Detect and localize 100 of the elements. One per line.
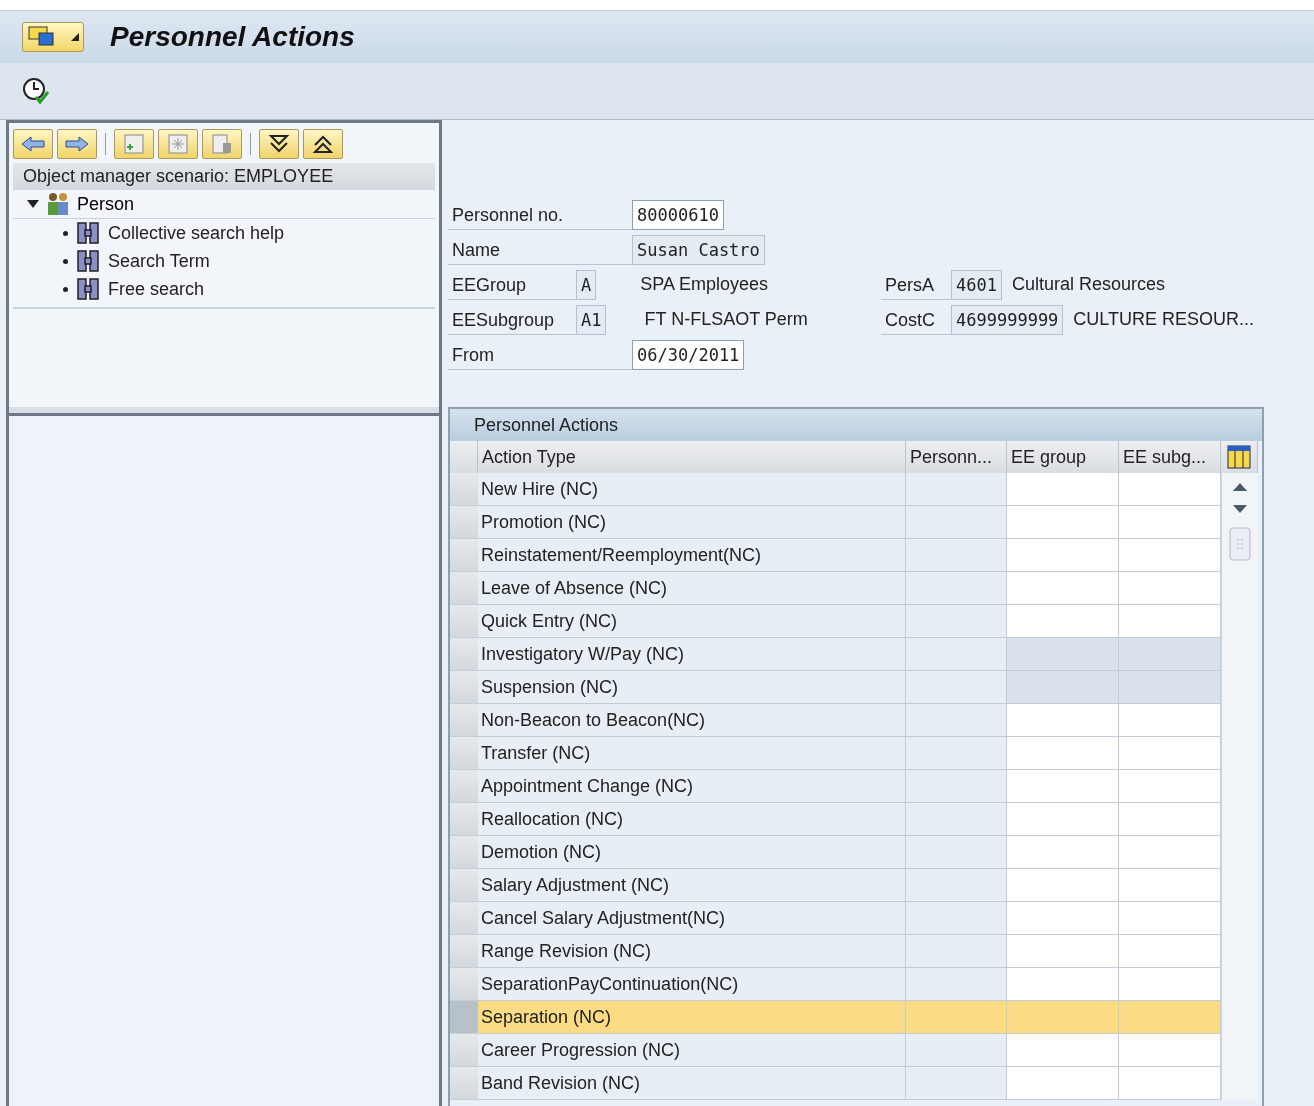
table-cell[interactable]: [1007, 770, 1119, 803]
column-header[interactable]: EE group: [1007, 441, 1119, 473]
table-cell[interactable]: [1119, 902, 1221, 935]
column-layout-icon[interactable]: [1227, 445, 1251, 469]
table-cell[interactable]: [1007, 572, 1119, 605]
window-title: Personnel Actions: [110, 21, 355, 53]
table-cell: Investigatory W/Pay (NC): [478, 638, 906, 671]
table-cell: Appointment Change (NC): [478, 770, 906, 803]
table-cell[interactable]: [1119, 1067, 1221, 1100]
table-cell[interactable]: [1119, 473, 1221, 506]
row-selector[interactable]: [450, 902, 478, 935]
table-cell: Separation (NC): [478, 1001, 906, 1034]
row-selector[interactable]: [450, 1034, 478, 1067]
binoculars-icon: [76, 221, 100, 245]
row-selector[interactable]: [450, 737, 478, 770]
display-field: 4601: [951, 269, 1002, 300]
row-selector[interactable]: [450, 572, 478, 605]
tree-item[interactable]: Person: [77, 193, 135, 215]
table-cell[interactable]: [1119, 803, 1221, 836]
table-cell[interactable]: [1007, 935, 1119, 968]
table-cell[interactable]: [1119, 572, 1221, 605]
table-cell[interactable]: [1007, 539, 1119, 572]
table-cell[interactable]: [1007, 968, 1119, 1001]
table-cell[interactable]: [1007, 1067, 1119, 1100]
table-cell: Promotion (NC): [478, 506, 906, 539]
table-cell[interactable]: [1007, 836, 1119, 869]
table-cell[interactable]: [1119, 935, 1221, 968]
table-cell[interactable]: [1007, 704, 1119, 737]
binoculars-icon: [76, 249, 100, 273]
tree-item[interactable]: Free search: [108, 278, 205, 300]
back-button[interactable]: [13, 129, 53, 159]
table-cell: Non-Beacon to Beacon(NC): [478, 704, 906, 737]
table-cell[interactable]: [1119, 1001, 1221, 1034]
table-cell: Leave of Absence (NC): [478, 572, 906, 605]
table-cell[interactable]: [1007, 902, 1119, 935]
table-cell[interactable]: [1007, 1001, 1119, 1034]
scroll-up-icon[interactable]: [1233, 483, 1247, 491]
display-field: 4699999999: [951, 304, 1064, 335]
row-selector[interactable]: [450, 803, 478, 836]
clock-check-icon[interactable]: [22, 77, 50, 105]
table-cell: Cancel Salary Adjustment(NC): [478, 902, 906, 935]
table-cell[interactable]: [1007, 737, 1119, 770]
row-selector[interactable]: [450, 704, 478, 737]
table-cell[interactable]: [1119, 704, 1221, 737]
add-icon: [123, 133, 145, 155]
table-cell: Career Progression (NC): [478, 1034, 906, 1067]
table-cell[interactable]: [1119, 1034, 1221, 1067]
people-icon: [45, 192, 71, 216]
table-cell[interactable]: [1119, 770, 1221, 803]
create-button[interactable]: [158, 129, 198, 159]
row-selector[interactable]: [450, 1001, 478, 1034]
table-cell[interactable]: [1119, 836, 1221, 869]
row-selector[interactable]: [450, 605, 478, 638]
binoculars-icon: [76, 277, 100, 301]
row-selector[interactable]: [450, 869, 478, 902]
forward-button[interactable]: [57, 129, 97, 159]
row-selector[interactable]: [450, 473, 478, 506]
expand-button[interactable]: [259, 129, 299, 159]
table-cell: Band Revision (NC): [478, 1067, 906, 1100]
select-all-header[interactable]: [450, 441, 478, 473]
column-header[interactable]: Action Type: [478, 441, 906, 473]
scroll-down-icon[interactable]: [1233, 505, 1247, 513]
table-cell[interactable]: [1007, 506, 1119, 539]
field-description: Cultural Resources: [1010, 274, 1165, 295]
table-cell: Salary Adjustment (NC): [478, 869, 906, 902]
row-selector[interactable]: [450, 539, 478, 572]
column-header[interactable]: EE subg...: [1119, 441, 1221, 473]
new-button[interactable]: [114, 129, 154, 159]
row-selector[interactable]: [450, 770, 478, 803]
table-cell[interactable]: [1119, 869, 1221, 902]
row-selector[interactable]: [450, 968, 478, 1001]
right-arrow-icon: [64, 135, 90, 153]
input-field[interactable]: 06/30/2011: [632, 339, 745, 370]
row-selector[interactable]: [450, 1067, 478, 1100]
tree-item[interactable]: Search Term: [108, 250, 210, 272]
table-cell[interactable]: [1007, 803, 1119, 836]
input-field[interactable]: 80000610: [632, 199, 724, 230]
row-selector[interactable]: [450, 836, 478, 869]
column-header[interactable]: Personn...: [906, 441, 1007, 473]
tree-item[interactable]: Collective search help: [108, 222, 285, 244]
collapse-button[interactable]: [303, 129, 343, 159]
table-cell[interactable]: [1007, 473, 1119, 506]
table-cell[interactable]: [1119, 605, 1221, 638]
expand-arrow-icon[interactable]: [27, 199, 39, 209]
table-cell[interactable]: [1119, 968, 1221, 1001]
delete-button[interactable]: [202, 129, 242, 159]
table-cell[interactable]: [1119, 737, 1221, 770]
row-selector[interactable]: [450, 671, 478, 704]
scroll-thumb[interactable]: [1229, 527, 1251, 561]
menu-button[interactable]: [22, 22, 84, 52]
table-cell[interactable]: [1119, 506, 1221, 539]
field-description: SPA Employees: [639, 274, 768, 295]
table-cell[interactable]: [1119, 539, 1221, 572]
sparkle-icon: [167, 133, 189, 155]
table-cell[interactable]: [1007, 605, 1119, 638]
row-selector[interactable]: [450, 935, 478, 968]
row-selector[interactable]: [450, 506, 478, 539]
table-cell[interactable]: [1007, 869, 1119, 902]
table-cell[interactable]: [1007, 1034, 1119, 1067]
row-selector[interactable]: [450, 638, 478, 671]
